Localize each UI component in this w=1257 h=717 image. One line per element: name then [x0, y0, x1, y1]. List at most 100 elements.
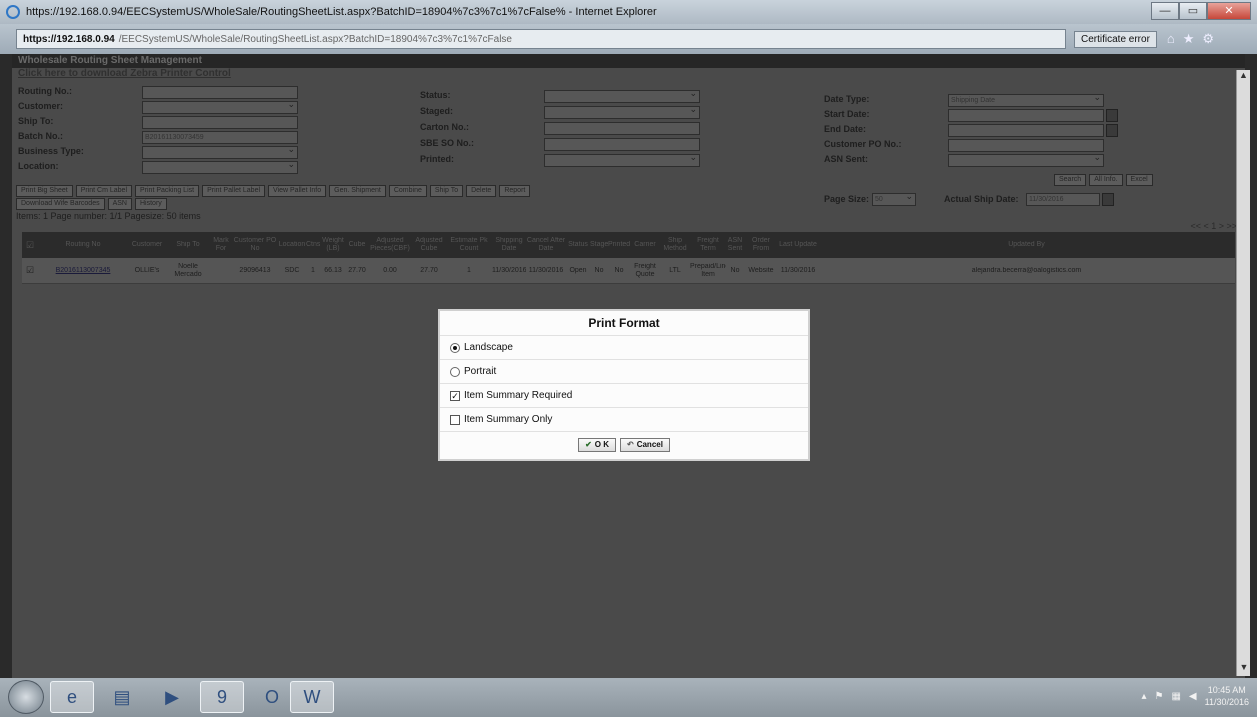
item-summary-required-checkbox[interactable]: ✓: [450, 390, 460, 401]
column-header[interactable]: Shipping Date: [492, 237, 526, 253]
column-header[interactable]: Printed: [608, 241, 630, 249]
printed-select[interactable]: [544, 152, 700, 167]
tools-gear-icon[interactable]: ⚙: [1202, 31, 1214, 47]
sbe-so-no-input[interactable]: [544, 138, 700, 151]
actual-ship-date-calendar-icon[interactable]: [1102, 193, 1114, 206]
customer-po-input[interactable]: [948, 139, 1104, 152]
asn-button[interactable]: ASN: [107, 198, 132, 210]
column-header[interactable]: Last Update: [778, 241, 818, 249]
column-header[interactable]: Ship To: [166, 241, 210, 249]
landscape-option[interactable]: Landscape: [440, 335, 808, 359]
start-date-input[interactable]: [948, 109, 1104, 122]
file-explorer-taskbar-icon[interactable]: ▤: [100, 681, 144, 713]
table-row[interactable]: ☑ B2016113007345 OLLIE's Noelle Mercado 2909…: [22, 258, 1235, 284]
end-date-calendar-icon[interactable]: [1106, 124, 1118, 137]
scroll-up-icon[interactable]: ▲: [1237, 70, 1250, 84]
download-barcodes-button[interactable]: Download Wife Barcodes: [16, 198, 105, 210]
column-header[interactable]: Weight (LB): [320, 237, 346, 253]
end-date-input[interactable]: [948, 124, 1104, 137]
landscape-radio[interactable]: [450, 342, 460, 353]
vertical-scrollbar[interactable]: ▲ ▼: [1236, 70, 1250, 676]
page-size-select[interactable]: 50: [872, 191, 916, 206]
actual-ship-date-input[interactable]: 11/30/2016: [1026, 193, 1100, 206]
download-zebra-link[interactable]: Click here to download Zebra Printer Con…: [12, 68, 1245, 80]
address-field[interactable]: https://192.168.0.94 /EECSystemUS/WholeS…: [16, 29, 1066, 49]
volume-icon[interactable]: ◀: [1189, 691, 1197, 702]
column-header[interactable]: Routing No: [38, 241, 128, 249]
favorites-star-icon[interactable]: ★: [1183, 31, 1195, 47]
column-header[interactable]: Customer: [128, 241, 166, 249]
item-summary-only-option[interactable]: Item Summary Only: [440, 407, 808, 431]
item-summary-only-checkbox[interactable]: [450, 414, 460, 425]
certificate-error-badge[interactable]: Certificate error: [1074, 30, 1157, 48]
clock[interactable]: 10:45 AM 11/30/2016: [1205, 684, 1249, 708]
word-taskbar-icon[interactable]: W: [290, 681, 334, 713]
app-9-taskbar-icon[interactable]: 9: [200, 681, 244, 713]
routing-no-link[interactable]: B2016113007345: [38, 267, 128, 275]
column-header[interactable]: Status: [566, 241, 590, 249]
column-header[interactable]: Freight Term: [690, 237, 726, 253]
network-icon[interactable]: ▦: [1171, 691, 1180, 702]
column-header[interactable]: Location: [278, 241, 306, 249]
close-button[interactable]: ✕: [1207, 2, 1251, 20]
show-hidden-icons-icon[interactable]: ▴: [1141, 691, 1146, 702]
column-header[interactable]: Updated By: [818, 241, 1235, 249]
combine-button[interactable]: Combine: [388, 185, 427, 197]
print-big-sheet-button[interactable]: Print Big Sheet: [16, 185, 73, 197]
scroll-down-icon[interactable]: ▼: [1237, 662, 1251, 676]
item-summary-required-option[interactable]: ✓ Item Summary Required: [440, 383, 808, 407]
print-cm-label-button[interactable]: Print Cm Label: [75, 185, 132, 197]
ok-button[interactable]: ✔ O K: [578, 438, 616, 452]
date-type-select[interactable]: Shipping Date: [948, 92, 1104, 107]
portrait-radio[interactable]: [450, 366, 460, 377]
gen-shipment-button[interactable]: Gen. Shipment: [329, 185, 386, 197]
customer-select[interactable]: [142, 99, 298, 114]
column-header[interactable]: Carrier: [630, 241, 660, 249]
asn-sent-select[interactable]: [948, 152, 1104, 167]
column-header[interactable]: Estimate Pk Count: [446, 237, 492, 253]
excel-button[interactable]: Excel: [1125, 174, 1153, 186]
batch-no-input[interactable]: B20161130073459: [142, 131, 298, 144]
status-select[interactable]: [544, 88, 700, 103]
history-button[interactable]: History: [135, 198, 167, 210]
all-info-button[interactable]: All Info.: [1089, 174, 1123, 186]
report-button[interactable]: Report: [499, 185, 531, 197]
column-header[interactable]: Cube: [346, 241, 368, 249]
cancel-button[interactable]: ↶ Cancel: [620, 438, 670, 452]
location-select[interactable]: [142, 159, 298, 174]
print-pallet-label-button[interactable]: Print Pallet Label: [202, 185, 266, 197]
business-type-select[interactable]: [142, 144, 298, 159]
select-all-checkbox[interactable]: ☑: [22, 240, 38, 251]
outlook-taskbar-icon[interactable]: O: [250, 681, 294, 713]
column-header[interactable]: Ctns: [306, 241, 320, 249]
column-header[interactable]: Ship Method: [660, 237, 690, 253]
column-header[interactable]: Cancel After Date: [526, 237, 566, 253]
column-header[interactable]: ASN Sent: [726, 237, 744, 253]
ship-to-input[interactable]: [142, 116, 298, 129]
column-header[interactable]: Adjusted Pieces(CBF): [368, 237, 412, 253]
staged-select[interactable]: [544, 104, 700, 119]
row-checkbox[interactable]: ☑: [22, 265, 38, 276]
delete-button[interactable]: Delete: [466, 185, 497, 197]
internet-explorer-taskbar-icon[interactable]: e: [50, 681, 94, 713]
maximize-button[interactable]: ▭: [1179, 2, 1207, 20]
search-button[interactable]: Search: [1054, 174, 1087, 186]
flag-icon[interactable]: ⚑: [1154, 691, 1163, 702]
start-button[interactable]: [8, 680, 44, 714]
column-header[interactable]: Adjusted Cube: [412, 237, 446, 253]
view-pallet-info-button[interactable]: View Pallet Info: [268, 185, 327, 197]
portrait-option[interactable]: Portrait: [440, 359, 808, 383]
ship-to-button[interactable]: Ship To: [429, 185, 464, 197]
home-icon[interactable]: ⌂: [1167, 31, 1175, 47]
carton-no-input[interactable]: [544, 122, 700, 135]
column-header[interactable]: Customer PO No: [232, 237, 278, 253]
media-player-taskbar-icon[interactable]: ▶: [150, 681, 194, 713]
routing-no-input[interactable]: [142, 86, 298, 99]
column-header[interactable]: Mark For: [210, 237, 232, 253]
column-header[interactable]: Staged: [590, 241, 608, 249]
pager[interactable]: << < 1 > >>: [1190, 221, 1237, 231]
column-header[interactable]: Order From: [744, 237, 778, 253]
start-date-calendar-icon[interactable]: [1106, 109, 1118, 122]
print-packing-list-button[interactable]: Print Packing List: [135, 185, 200, 197]
minimize-button[interactable]: —: [1151, 2, 1179, 20]
